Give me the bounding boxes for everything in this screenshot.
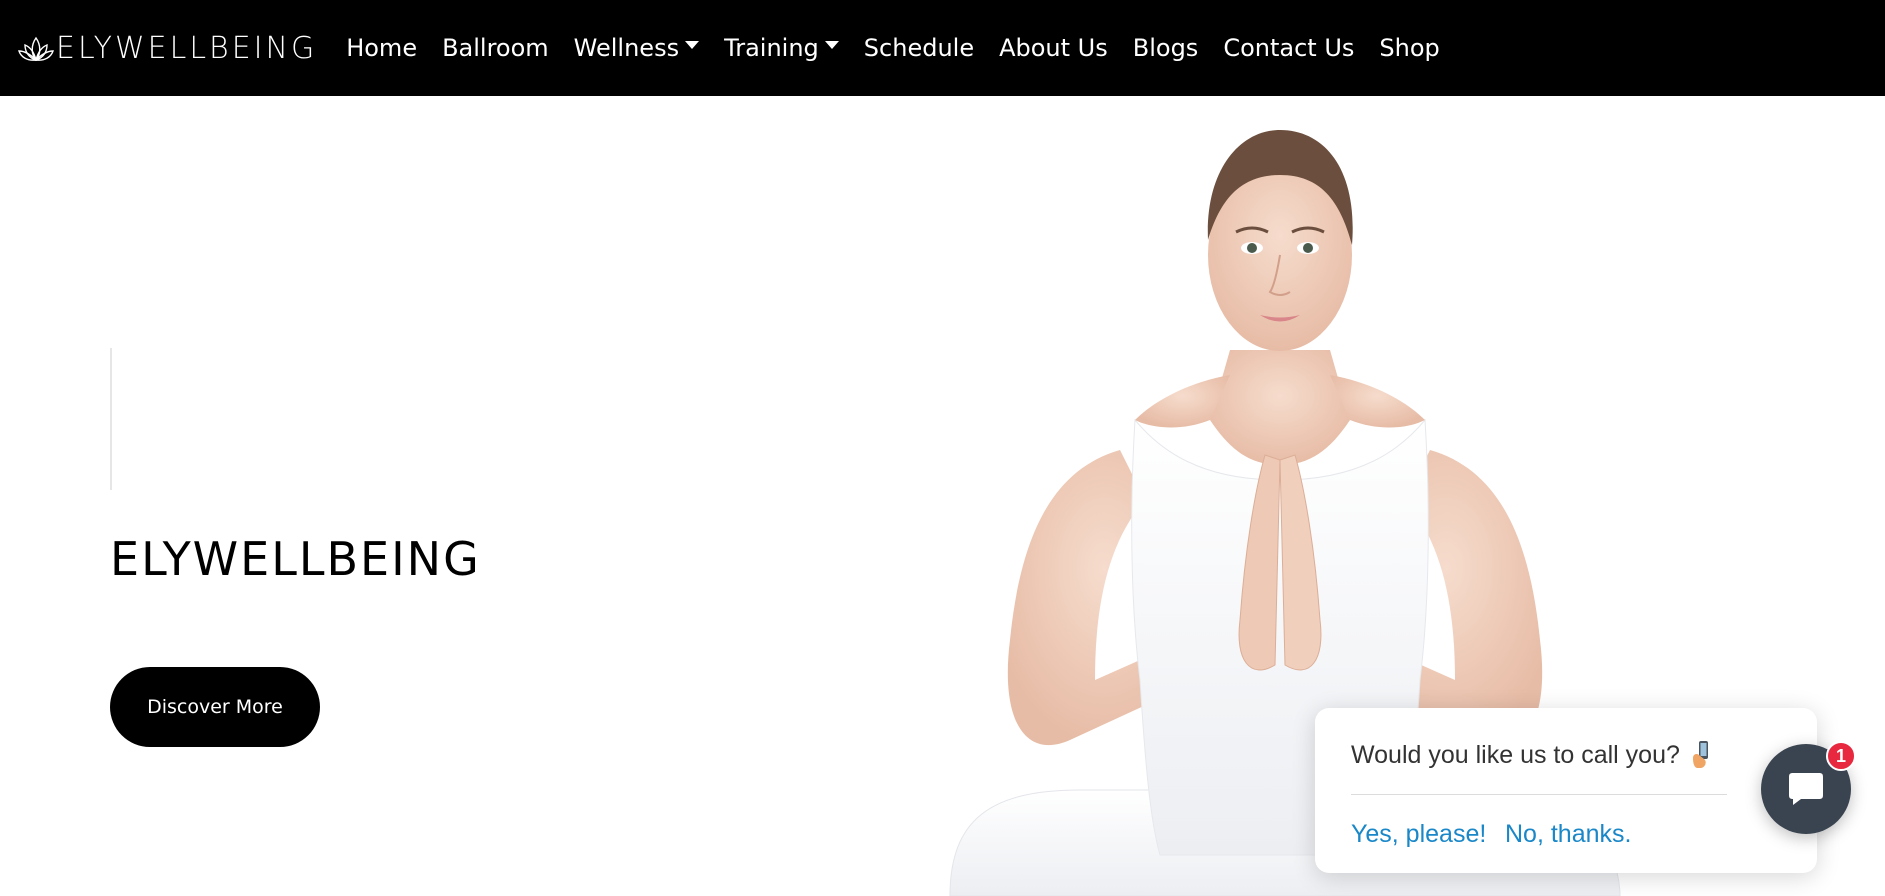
hero-title: ELYWELLBEING <box>110 532 481 586</box>
hero-accent-line <box>110 348 112 490</box>
nav-item-label: Shop <box>1379 34 1440 62</box>
nav-item-label: Home <box>346 34 418 62</box>
nav-item-label: Blogs <box>1132 34 1199 62</box>
chat-notification-badge: 1 <box>1826 741 1856 771</box>
callback-yes-link[interactable]: Yes, please! <box>1351 820 1486 849</box>
nav-item-training[interactable]: Training <box>724 34 839 62</box>
nav-item-label: Ballroom <box>442 34 549 62</box>
callback-question-text: Would you like us to call you? <box>1351 740 1680 769</box>
chat-bubble-icon <box>1789 773 1823 805</box>
nav-item-shop[interactable]: Shop <box>1379 34 1439 62</box>
nav-item-label: Wellness <box>573 34 680 62</box>
nav-item-label: Training <box>724 34 819 62</box>
nav-item-label: About Us <box>999 34 1108 62</box>
nav-item-label: Contact Us <box>1223 34 1355 62</box>
nav-item-label: Schedule <box>863 34 975 62</box>
callback-question: Would you like us to call you? <box>1351 740 1712 770</box>
brand-name: ELYWELLBEING <box>56 30 318 66</box>
callback-popup: Would you like us to call you? Yes, plea… <box>1315 708 1817 873</box>
caret-down-icon <box>685 41 700 49</box>
caret-down-icon <box>824 41 839 49</box>
phone-in-hand-icon <box>1692 741 1708 768</box>
nav-item-schedule[interactable]: Schedule <box>864 34 974 62</box>
brand-logo-link[interactable]: ELYWELLBEING <box>18 0 317 96</box>
nav-item-wellness[interactable]: Wellness <box>573 34 700 62</box>
nav-item-blogs[interactable]: Blogs <box>1133 34 1199 62</box>
nav-item-home[interactable]: Home <box>346 34 417 62</box>
callback-divider <box>1351 794 1727 795</box>
nav-item-ballroom[interactable]: Ballroom <box>442 34 549 62</box>
nav-item-contact-us[interactable]: Contact Us <box>1223 34 1354 62</box>
lotus-icon <box>18 36 54 62</box>
nav-menu: Home Ballroom Wellness Training Schedule… <box>346 0 1465 96</box>
callback-no-link[interactable]: No, thanks. <box>1505 820 1631 849</box>
discover-more-button[interactable]: Discover More <box>110 667 320 747</box>
top-navbar: ELYWELLBEING Home Ballroom Wellness Trai… <box>0 0 1885 96</box>
nav-item-about-us[interactable]: About Us <box>999 34 1108 62</box>
